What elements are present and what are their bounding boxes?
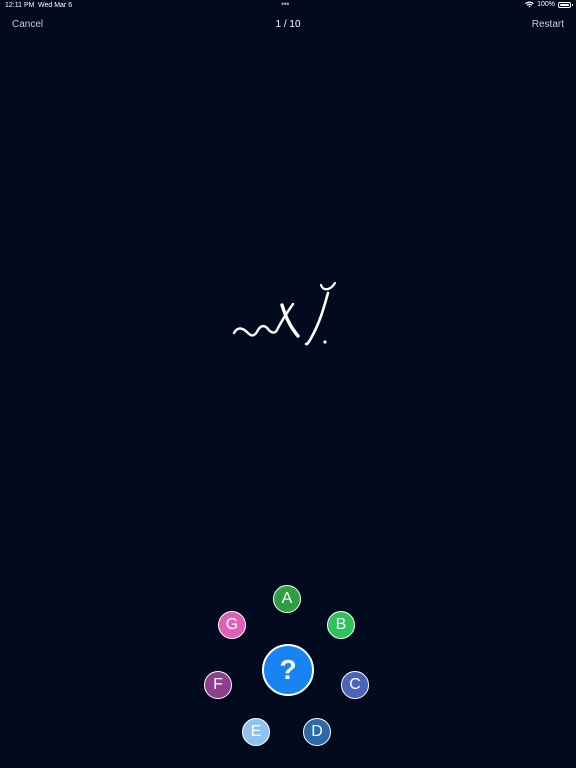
status-right: 100%: [525, 1, 573, 8]
choice-e-label: E: [250, 723, 262, 740]
choice-g-button[interactable]: G: [218, 611, 246, 639]
hint-label: ?: [279, 654, 297, 685]
choice-b-label: B: [335, 616, 347, 633]
battery-icon: [558, 1, 573, 8]
choice-a-label: A: [281, 590, 293, 607]
progress-counter: 1 / 10: [275, 19, 301, 30]
battery-percent: 100%: [537, 1, 555, 8]
wifi-icon: [525, 1, 534, 8]
choice-c-button[interactable]: C: [341, 671, 369, 699]
stenography-glyph: [232, 281, 337, 346]
restart-button[interactable]: Restart: [532, 19, 564, 30]
choice-b-button[interactable]: B: [327, 611, 355, 639]
choice-e-button[interactable]: E: [242, 718, 270, 746]
battery-fill: [560, 3, 569, 6]
choice-d-button[interactable]: D: [303, 718, 331, 746]
choice-f-label: F: [213, 676, 223, 693]
choice-a-button[interactable]: A: [273, 585, 301, 613]
choice-f-button[interactable]: F: [204, 671, 232, 699]
choice-d-label: D: [311, 723, 323, 740]
choice-g-label: G: [225, 616, 239, 633]
multitasking-dots[interactable]: •••: [281, 0, 289, 9]
status-bar: 12:11 PM Wed Mar 6 ••• 100%: [0, 0, 576, 12]
status-time: 12:11 PM: [5, 2, 35, 9]
hint-button[interactable]: ?: [262, 644, 314, 696]
status-date: Wed Mar 6: [38, 2, 73, 9]
nav-bar: Cancel 1 / 10 Restart: [0, 18, 576, 34]
choice-c-label: C: [349, 676, 361, 693]
